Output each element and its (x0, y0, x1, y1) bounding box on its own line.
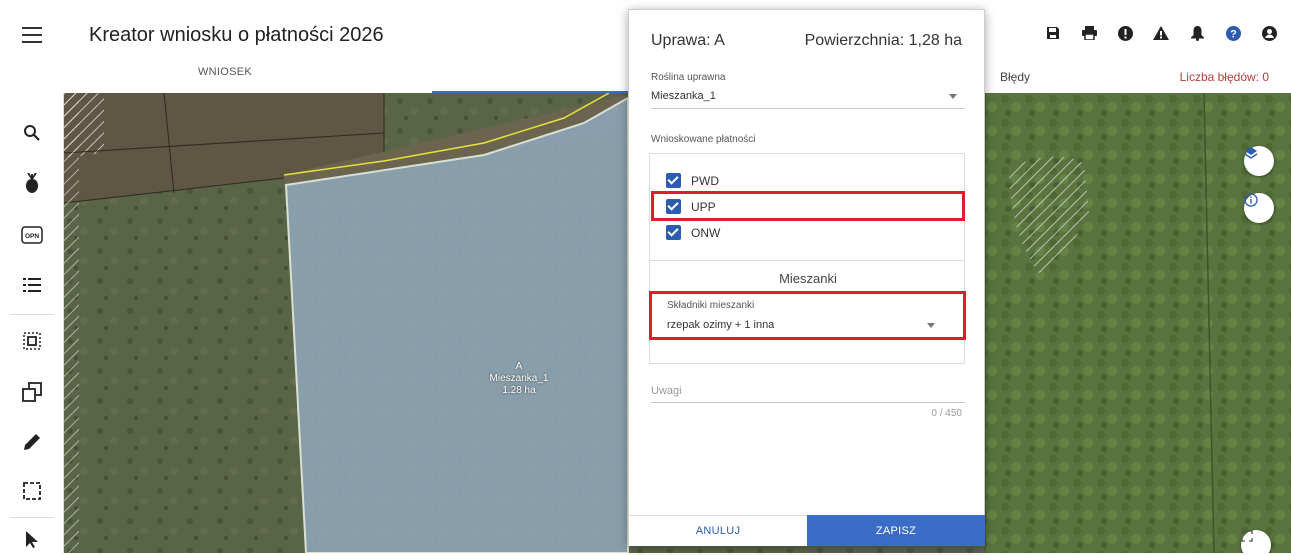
mix-components-label: Składniki mieszanki (667, 300, 755, 311)
notes-label: Uwagi (651, 385, 682, 397)
crop-dialog: Uprawa: A Powierzchnia: 1,28 ha Roślina … (628, 9, 985, 546)
notes-counter: 0 / 450 (931, 408, 962, 419)
save-icon[interactable] (1040, 22, 1066, 44)
pencil-icon[interactable] (16, 426, 48, 458)
cancel-button[interactable]: ANULUJ (629, 515, 807, 546)
chevron-down-icon (927, 323, 935, 328)
parcel-area: 1.28 ha (502, 385, 536, 396)
mix-components-select[interactable]: rzepak ozimy + 1 inna (667, 319, 943, 337)
svg-text:?: ? (1230, 28, 1237, 40)
copy-shape-icon[interactable] (16, 376, 48, 408)
select-rect-icon[interactable] (16, 475, 48, 507)
list-icon[interactable] (16, 269, 48, 301)
page-title: Kreator wniosku o płatności 2026 (89, 24, 384, 46)
search-icon[interactable] (16, 117, 48, 149)
errors-count: Liczba błędów: 0 (1179, 70, 1269, 84)
left-toolbar: OPN (0, 93, 64, 553)
toolbar-divider (10, 517, 54, 518)
payment-label: ONW (691, 225, 721, 240)
crop-select[interactable]: Mieszanka_1 (651, 90, 965, 109)
mix-components-value: rzepak ozimy + 1 inna (667, 319, 775, 331)
checkbox-checked-icon[interactable] (666, 225, 681, 240)
svg-text:OPN: OPN (25, 233, 39, 240)
bell-icon[interactable] (1184, 22, 1210, 44)
opn-icon[interactable]: OPN (16, 219, 48, 251)
cursor-icon[interactable] (16, 523, 48, 555)
payment-pwd[interactable]: PWD (666, 173, 719, 188)
alert-circle-icon[interactable] (1112, 22, 1138, 44)
highlight-upp (651, 191, 965, 221)
payment-label: PWD (691, 173, 719, 188)
account-icon[interactable] (1256, 22, 1282, 44)
toolbar-divider (10, 314, 54, 315)
help-icon[interactable]: ? (1220, 22, 1246, 44)
fullscreen-icon[interactable] (1241, 530, 1271, 553)
payments-label: Wnioskowane płatności (651, 134, 756, 145)
notes-input[interactable] (651, 402, 965, 403)
dialog-title: Uprawa: A (651, 32, 725, 49)
chevron-down-icon (949, 94, 957, 99)
crop-label: Roślina uprawna (651, 72, 726, 83)
errors-label: Błędy (1000, 70, 1031, 84)
parcel-id: A (515, 361, 523, 372)
layers-icon[interactable] (1244, 146, 1274, 176)
mix-title: Mieszanki (779, 271, 837, 286)
crop-value: Mieszanka_1 (651, 90, 716, 102)
menu-icon[interactable] (22, 27, 42, 43)
print-icon[interactable] (1076, 22, 1102, 44)
payment-onw[interactable]: ONW (666, 225, 720, 240)
checkbox-checked-icon[interactable] (666, 173, 681, 188)
dialog-area: Powierzchnia: 1,28 ha (804, 32, 962, 49)
warning-icon[interactable] (1148, 22, 1174, 44)
parcel-crop: Mieszanka_1 (489, 373, 549, 384)
header-toolbar: ? (1040, 22, 1291, 44)
parcel-label: A Mieszanka_1 1.28 ha (474, 361, 564, 397)
tab-wniosek[interactable]: WNIOSEK (150, 66, 300, 78)
crop-icon[interactable] (16, 167, 48, 199)
info-icon[interactable] (1244, 193, 1274, 223)
save-button[interactable]: ZAPISZ (807, 515, 985, 546)
select-area-icon[interactable] (16, 325, 48, 357)
